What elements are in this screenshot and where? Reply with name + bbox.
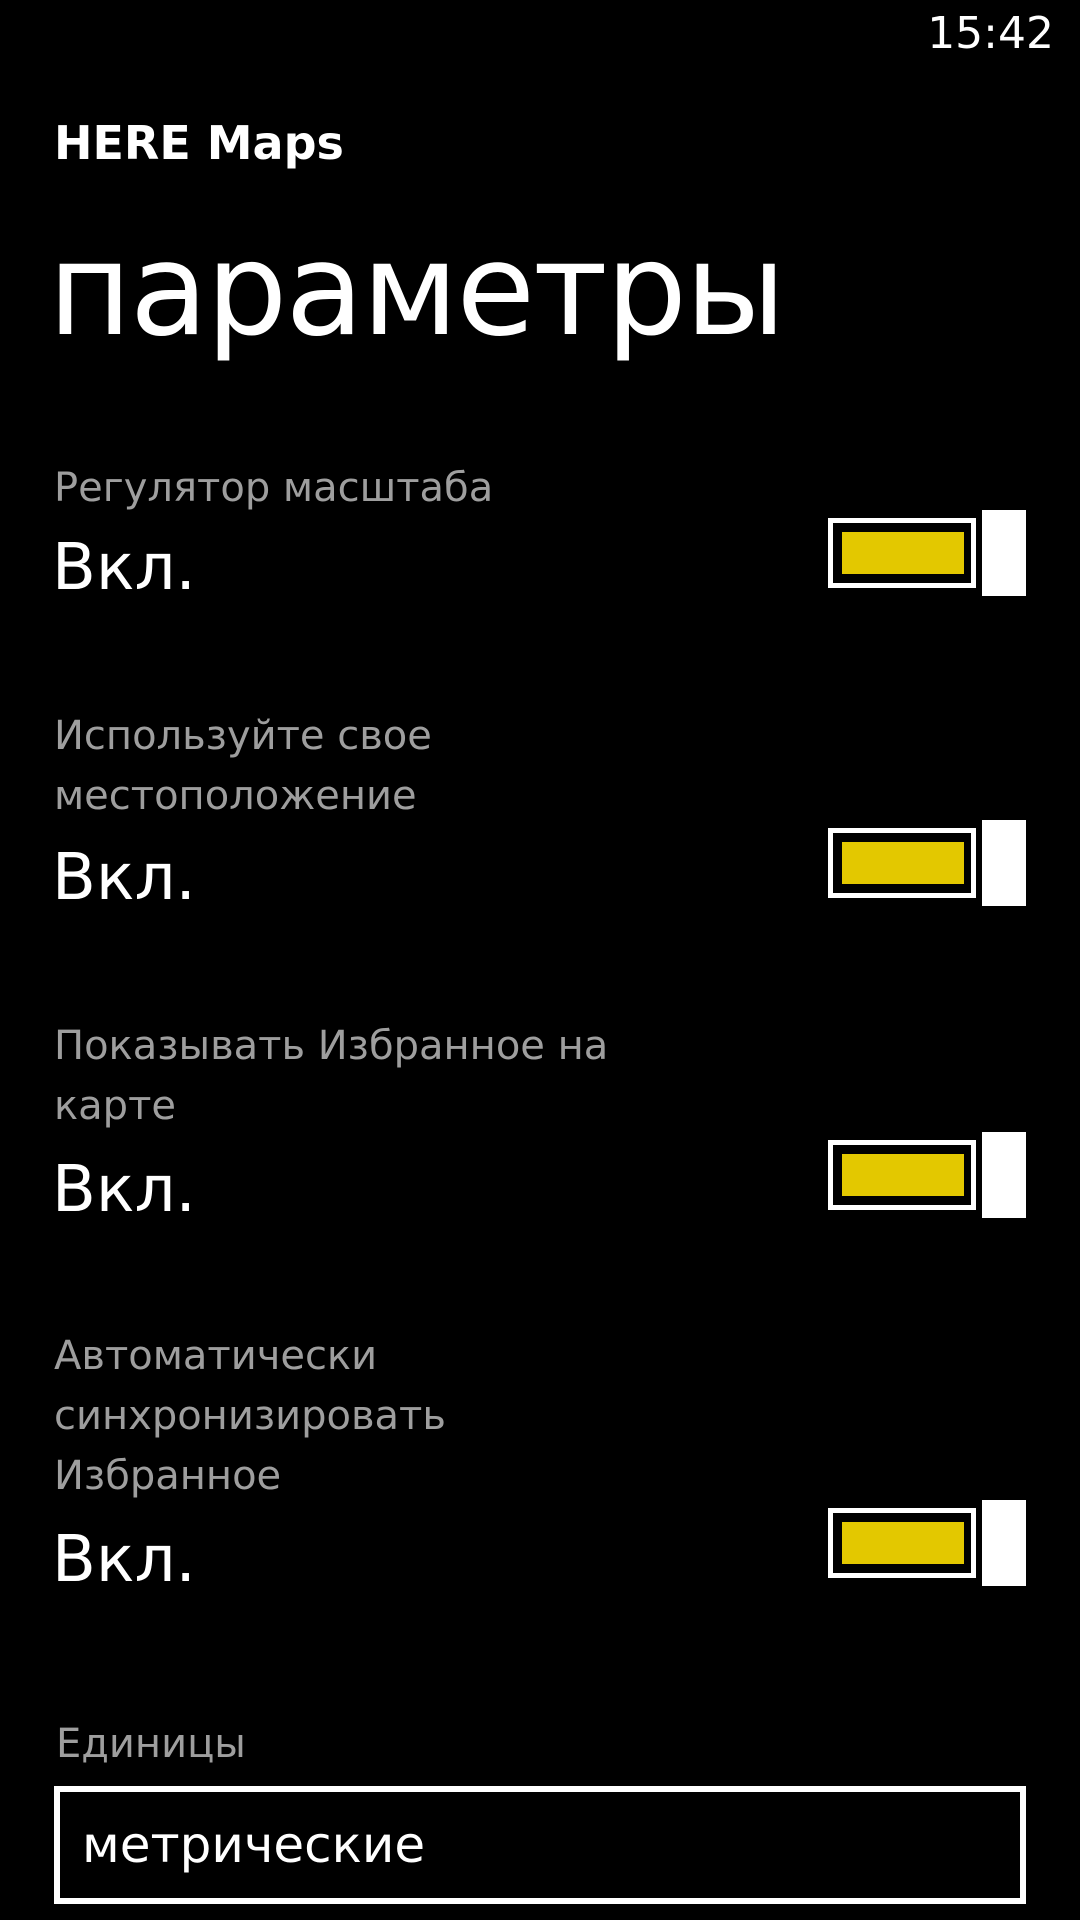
toggle-thumb[interactable] (982, 820, 1026, 906)
setting-label: Показывать Избранное на карте (54, 1023, 609, 1129)
toggle-fill (842, 842, 964, 884)
toggle-fill (842, 1154, 964, 1196)
toggle-switch[interactable] (828, 1500, 1028, 1586)
setting-state: Вкл. (52, 1153, 196, 1227)
toggle-thumb[interactable] (982, 510, 1026, 596)
toggle-track (828, 1140, 976, 1210)
toggle-switch[interactable] (828, 1132, 1028, 1218)
setting-label: Используйте свое местоположение (54, 713, 432, 819)
units-value: метрические (82, 1816, 426, 1874)
setting-label: Автоматически синхронизировать Избранное (54, 1333, 446, 1499)
toggle-thumb[interactable] (982, 1132, 1026, 1218)
toggle-switch[interactable] (828, 510, 1028, 596)
units-label: Единицы (56, 1721, 246, 1767)
setting-state: Вкл. (52, 841, 196, 915)
page-title: параметры (48, 216, 786, 365)
status-time: 15:42 (927, 8, 1054, 59)
units-select[interactable]: метрические (54, 1786, 1026, 1904)
toggle-track (828, 518, 976, 588)
toggle-track (828, 1508, 976, 1578)
app-title: HERE Maps (54, 116, 344, 170)
setting-state: Вкл. (52, 1523, 196, 1597)
toggle-thumb[interactable] (982, 1500, 1026, 1586)
setting-label: Регулятор масштаба (54, 465, 494, 511)
toggle-fill (842, 1522, 964, 1564)
toggle-switch[interactable] (828, 820, 1028, 906)
toggle-track (828, 828, 976, 898)
toggle-fill (842, 532, 964, 574)
setting-state: Вкл. (52, 531, 196, 605)
